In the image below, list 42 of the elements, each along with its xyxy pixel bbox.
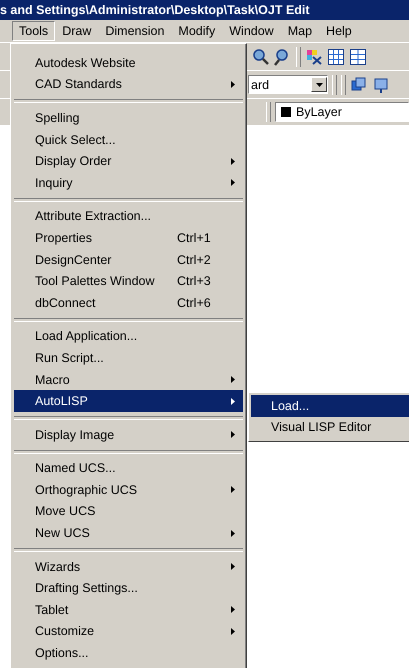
menu-item[interactable]: New UCS [14,522,243,544]
menu-bar-item[interactable]: Draw [55,21,98,41]
menu-item[interactable]: Macro [14,368,243,390]
window-title: s and Settings\Administrator\Desktop\Task\OJT Edit [0,0,409,20]
menu-item[interactable]: Customize [14,620,243,642]
palette-icon[interactable] [305,48,323,66]
text-style-dropdown[interactable]: ard [248,75,328,94]
grid-icon[interactable] [327,48,345,66]
menu-item[interactable]: Quick Select... [14,128,243,150]
menu-item[interactable]: Spelling [14,107,243,129]
menu-item[interactable]: Properties Ctrl+1 [14,227,243,249]
menu-bar-item[interactable]: Dimension [98,21,172,41]
menu-item[interactable]: AutoLISP [14,390,243,412]
menu-item[interactable]: Orthographic UCS [14,479,243,501]
menu-bar-item[interactable]: Map [280,21,320,41]
zoom-icon[interactable] [252,48,270,66]
menu-item[interactable]: Load Application... [14,326,243,348]
menu-item[interactable]: CAD Standards [14,74,243,96]
menu-item[interactable]: Display Image [14,424,243,446]
menu-item[interactable]: DesignCenter Ctrl+2 [14,248,243,270]
color-field[interactable]: ByLayer [275,102,409,122]
menu-item[interactable]: Named UCS... [14,458,243,480]
menu-bar-item[interactable]: Tools [12,21,56,41]
menu-item[interactable]: Move UCS [14,500,243,522]
menu-item[interactable]: Drafting Settings... [14,577,243,600]
grid-icon[interactable] [349,48,367,66]
menu-item[interactable]: Autodesk Website [14,52,243,74]
menu-item[interactable]: Wizards [14,556,243,578]
menu-item[interactable]: Inquiry [14,172,243,194]
menu-item[interactable]: Tablet [14,599,243,621]
menu-item[interactable]: Visual LISP Editor [251,416,409,438]
menu-bar-item[interactable]: Help [319,21,359,41]
dropdown-arrow-icon [316,82,322,86]
menu-item[interactable]: Load... [251,395,409,417]
menu-item[interactable]: Display Order [14,150,243,172]
menu-item[interactable]: Tool Palettes Window Ctrl+3 [14,270,243,292]
menu-item[interactable]: Run Script... [14,347,243,369]
menu-bar-item[interactable]: Window [222,21,281,41]
menu-item[interactable]: Options... [14,642,243,664]
menu-item[interactable]: Attribute Extraction... [14,206,243,228]
menu-bar-item[interactable]: Modify [171,21,222,41]
menu-item[interactable]: dbConnect Ctrl+6 [14,292,243,314]
